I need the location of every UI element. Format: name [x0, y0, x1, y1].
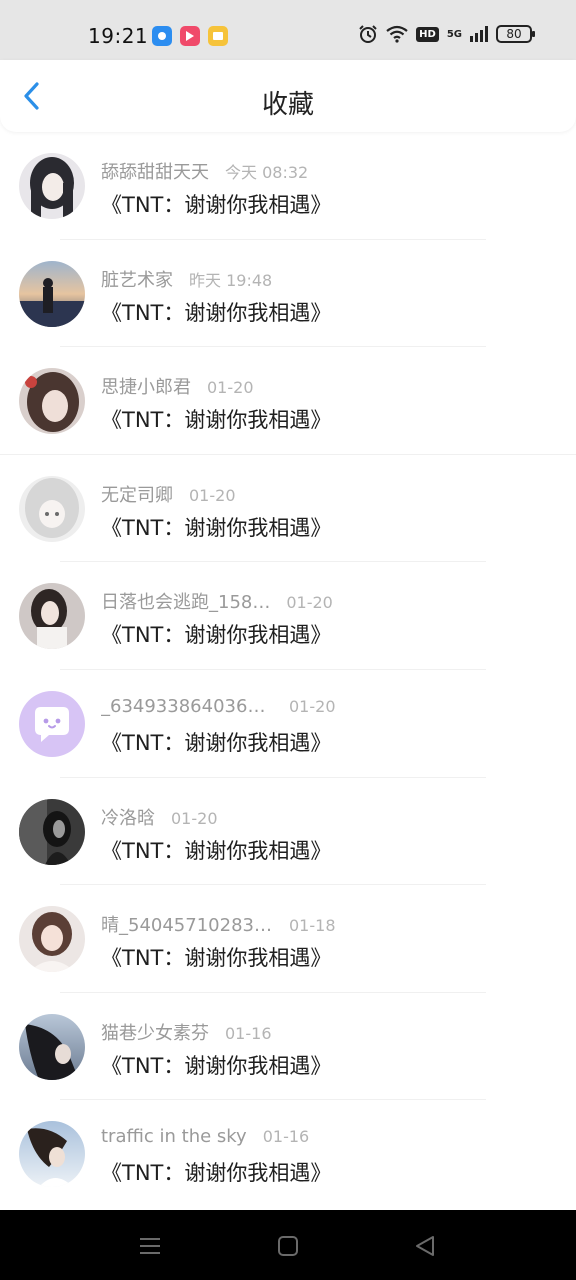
- avatar: [19, 1121, 85, 1188]
- favorite-item[interactable]: 猫巷少女素芬 01-16 《TNT：谢谢你我相遇》: [0, 993, 576, 1101]
- alarm-icon: [359, 25, 377, 43]
- timestamp: 01-20: [207, 378, 254, 398]
- wifi-icon: [386, 25, 408, 43]
- item-meta: 日落也会逃跑_158… 01-20: [101, 588, 333, 614]
- menu-icon: [140, 1238, 160, 1254]
- home-square-icon: [278, 1236, 298, 1256]
- avatar: [19, 475, 85, 542]
- favorite-item[interactable]: 日落也会逃跑_158… 01-20 《TNT：谢谢你我相遇》: [0, 562, 576, 670]
- network-gen: 5G: [446, 28, 462, 40]
- favorite-title: 《TNT：谢谢你我相遇》: [101, 946, 332, 971]
- favorite-title: 《TNT：谢谢你我相遇》: [101, 515, 332, 540]
- screen: 19:21 HD 5G 80 收藏 舔舔甜甜天天 今天 08:32 《TNT：谢…: [0, 0, 576, 1280]
- app-notification-icon: [152, 26, 172, 46]
- back-nav-button[interactable]: [411, 1232, 439, 1260]
- user-name[interactable]: _6349338640368…: [101, 696, 273, 717]
- item-meta: 思捷小郎君 01-20: [101, 373, 254, 399]
- item-meta: traffic in the sky 01-16: [101, 1126, 309, 1147]
- favorite-item[interactable]: _6349338640368… 01-20 《TNT：谢谢你我相遇》: [0, 670, 576, 778]
- favorite-title: 《TNT：谢谢你我相遇》: [101, 838, 332, 863]
- favorite-title: 《TNT：谢谢你我相遇》: [101, 1053, 332, 1078]
- avatar: [19, 260, 85, 327]
- favorite-item[interactable]: 舔舔甜甜天天 今天 08:32 《TNT：谢谢你我相遇》: [0, 132, 576, 240]
- timestamp: 01-16: [225, 1023, 272, 1043]
- battery-indicator: 80: [496, 25, 535, 43]
- timestamp: 01-20: [189, 485, 236, 505]
- avatar: [19, 153, 85, 219]
- timestamp: 01-20: [289, 696, 336, 716]
- status-time: 19:21: [88, 24, 149, 48]
- item-meta: 脏艺术家 昨天 19:48: [101, 266, 272, 292]
- user-name[interactable]: 冷洛晗: [101, 804, 155, 830]
- avatar: [19, 906, 85, 973]
- favorite-item[interactable]: 冷洛晗 01-20 《TNT：谢谢你我相遇》: [0, 778, 576, 886]
- timestamp: 今天 08:32: [225, 163, 309, 182]
- user-name[interactable]: 脏艺术家: [101, 266, 173, 292]
- favorite-item[interactable]: 无定司卿 01-20 《TNT：谢谢你我相遇》: [0, 455, 576, 563]
- favorite-item[interactable]: 思捷小郎君 01-20 《TNT：谢谢你我相遇》: [0, 347, 576, 455]
- user-name[interactable]: 日落也会逃跑_158…: [101, 588, 270, 614]
- favorite-title: 《TNT：谢谢你我相遇》: [101, 193, 332, 217]
- header: 收藏: [0, 60, 576, 132]
- timestamp: 01-20: [171, 808, 218, 828]
- item-meta: 舔舔甜甜天天 今天 08:32: [101, 158, 308, 184]
- favorite-item[interactable]: 晴_540457102832… 01-18 《TNT：谢谢你我相遇》: [0, 885, 576, 993]
- avatar: [19, 368, 85, 435]
- favorite-title: 《TNT：谢谢你我相遇》: [101, 408, 332, 433]
- reader-app-icon: [208, 26, 228, 46]
- user-name[interactable]: 舔舔甜甜天天: [101, 158, 209, 184]
- menu-button[interactable]: [136, 1232, 164, 1260]
- favorite-title: 《TNT：谢谢你我相遇》: [101, 300, 332, 325]
- item-meta: 冷洛晗 01-20: [101, 804, 218, 830]
- item-meta: 晴_540457102832… 01-18: [101, 911, 336, 937]
- avatar: [19, 583, 85, 650]
- triangle-back-icon: [416, 1236, 434, 1256]
- avatar: [19, 1013, 85, 1080]
- signal-icon: [470, 26, 488, 42]
- user-name[interactable]: traffic in the sky: [101, 1126, 247, 1147]
- timestamp: 01-18: [289, 916, 336, 936]
- user-name[interactable]: 无定司卿: [101, 481, 173, 507]
- system-nav-bar: [0, 1210, 576, 1280]
- video-app-icon: [180, 26, 200, 46]
- user-name[interactable]: 猫巷少女素芬: [101, 1019, 209, 1045]
- favorite-item[interactable]: 脏艺术家 昨天 19:48 《TNT：谢谢你我相遇》: [0, 240, 576, 348]
- battery-level: 80: [506, 27, 522, 41]
- item-meta: 猫巷少女素芬 01-16: [101, 1019, 272, 1045]
- default-avatar-icon: [19, 690, 85, 757]
- hd-badge: HD: [416, 26, 439, 42]
- user-name[interactable]: 晴_540457102832…: [101, 911, 273, 937]
- favorite-title: 《TNT：谢谢你我相遇》: [101, 730, 332, 755]
- favorite-title: 《TNT：谢谢你我相遇》: [101, 623, 332, 648]
- item-meta: _6349338640368… 01-20: [101, 696, 336, 717]
- page-title: 收藏: [261, 90, 314, 120]
- item-meta: 无定司卿 01-20: [101, 481, 236, 507]
- timestamp: 01-20: [286, 593, 333, 613]
- favorites-list: 舔舔甜甜天天 今天 08:32 《TNT：谢谢你我相遇》 脏艺术家 昨天 19:…: [0, 132, 576, 1208]
- timestamp: 昨天 19:48: [189, 270, 273, 290]
- avatar: [19, 798, 85, 865]
- status-bar: 19:21 HD 5G 80: [0, 0, 576, 60]
- status-indicators: HD 5G 80: [358, 24, 535, 44]
- user-name[interactable]: 思捷小郎君: [101, 373, 191, 399]
- favorite-title: 《TNT：谢谢你我相遇》: [101, 1161, 332, 1186]
- timestamp: 01-16: [262, 1127, 310, 1147]
- favorite-item[interactable]: traffic in the sky 01-16 《TNT：谢谢你我相遇》: [0, 1100, 576, 1208]
- notification-icons: [152, 26, 228, 46]
- home-button[interactable]: [274, 1232, 302, 1260]
